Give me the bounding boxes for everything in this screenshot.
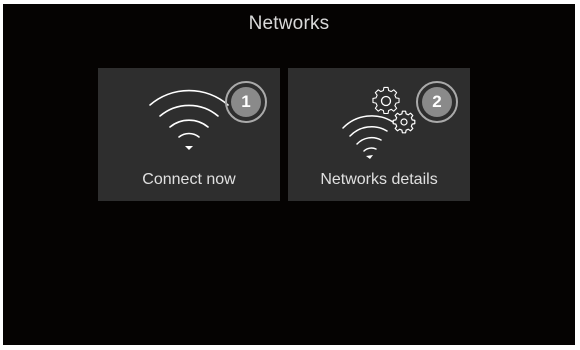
connect-now-tile[interactable]: 1 Connect now: [98, 68, 280, 201]
step-badge: 2: [415, 80, 459, 124]
page-title: Networks: [248, 13, 330, 34]
networks-screen: Networks 1 Connect now 2 Networks detail…: [3, 4, 575, 345]
step-number: 2: [432, 92, 442, 111]
tile-label: Networks details: [320, 171, 438, 188]
tile-label: Connect now: [142, 171, 236, 188]
step-badge: 1: [224, 80, 268, 124]
networks-details-tile[interactable]: 2 Networks details: [288, 68, 470, 201]
step-number: 1: [241, 92, 251, 111]
